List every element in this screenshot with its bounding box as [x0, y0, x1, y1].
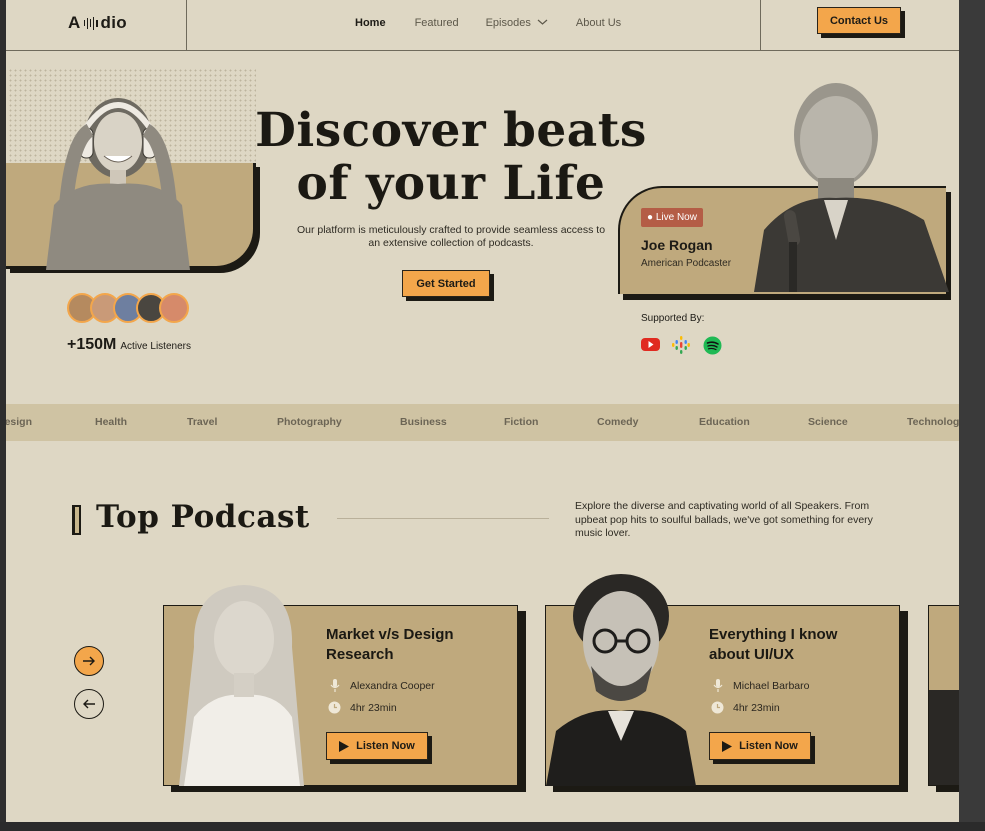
- nav-item-episodes-label: Episodes: [485, 17, 531, 29]
- section-title: Top Podcast: [96, 499, 310, 535]
- listen-now-label: Listen Now: [739, 740, 798, 752]
- listen-now-button[interactable]: Listen Now: [709, 732, 811, 760]
- live-badge-label: Live Now: [655, 212, 697, 223]
- podcast-card-title: Market v/s Design Research: [326, 625, 454, 665]
- clock-icon: [328, 701, 341, 714]
- chevron-down-icon: [537, 19, 548, 25]
- listen-now-label: Listen Now: [356, 740, 415, 752]
- podcast-host-image: [179, 585, 304, 786]
- logo[interactable]: A dio: [68, 13, 127, 33]
- top-nav: A dio Home Featured Episodes About Us Co…: [6, 0, 959, 51]
- podcast-duration: 4hr 23min: [711, 701, 780, 714]
- window-edge-bottom: [0, 822, 985, 831]
- youtube-icon[interactable]: [641, 336, 660, 352]
- avatar: [159, 293, 189, 323]
- nav-divider: [760, 0, 761, 51]
- nav-item-about[interactable]: About Us: [576, 17, 621, 29]
- host-name: Michael Barbaro: [733, 679, 810, 692]
- section-description: Explore the diverse and captivating worl…: [575, 500, 873, 539]
- podcast-host: Michael Barbaro: [711, 679, 809, 692]
- listeners-count: +150M: [67, 336, 117, 353]
- contact-button[interactable]: Contact Us: [817, 7, 901, 34]
- podcast-title-line1: Market v/s Design: [326, 626, 454, 643]
- get-started-button[interactable]: Get Started: [402, 270, 490, 297]
- play-icon: [339, 740, 350, 752]
- host-name: Joe Rogan: [641, 237, 713, 253]
- window-edge: [959, 0, 985, 831]
- category-education[interactable]: Education: [699, 416, 750, 428]
- category-design[interactable]: Design: [6, 416, 32, 428]
- podcast-host-image: [929, 690, 959, 785]
- arrow-right-icon: [83, 656, 95, 666]
- supported-by-label: Supported By:: [641, 313, 705, 324]
- active-listeners: +150M Active Listeners: [67, 336, 191, 354]
- listener-avatars: [67, 293, 189, 323]
- duration-text: 4hr 23min: [733, 701, 780, 714]
- podcast-host-image: [546, 574, 696, 786]
- next-arrow-button[interactable]: [74, 646, 104, 676]
- nav-item-home[interactable]: Home: [355, 17, 386, 29]
- host-name: Alexandra Cooper: [350, 679, 435, 692]
- microphone-icon: [711, 679, 724, 692]
- category-travel[interactable]: Travel: [187, 416, 217, 428]
- category-technology[interactable]: Technology: [907, 416, 959, 428]
- podcast-host: Alexandra Cooper: [328, 679, 435, 692]
- nav-menu: Home Featured Episodes About Us: [355, 17, 621, 29]
- arrow-left-icon: [83, 699, 95, 709]
- google-podcasts-icon[interactable]: [672, 336, 690, 354]
- spotify-icon[interactable]: [703, 336, 722, 355]
- hero-subtitle: Our platform is meticulously crafted to …: [296, 224, 606, 249]
- listeners-label: Active Listeners: [120, 341, 191, 352]
- host-portrait-image: [754, 83, 949, 292]
- nav-item-featured[interactable]: Featured: [415, 17, 459, 29]
- nav-item-episodes[interactable]: Episodes: [486, 17, 548, 29]
- category-photography[interactable]: Photography: [277, 416, 342, 428]
- logo-text-right: dio: [100, 13, 127, 32]
- landing-page: A dio Home Featured Episodes About Us Co…: [6, 0, 959, 822]
- podcast-title-line2: about UI/UX: [709, 646, 794, 663]
- listen-now-button[interactable]: Listen Now: [326, 732, 428, 760]
- microphone-icon: [328, 679, 341, 692]
- podcast-title-line1: Everything I know: [709, 626, 838, 643]
- podcast-title-line2: Research: [326, 646, 394, 663]
- category-science[interactable]: Science: [808, 416, 848, 428]
- listener-with-headphones-image: [46, 98, 190, 270]
- category-fiction[interactable]: Fiction: [504, 416, 538, 428]
- category-business[interactable]: Business: [400, 416, 447, 428]
- live-badge: ● Live Now: [641, 208, 703, 227]
- prev-arrow-button[interactable]: [74, 689, 104, 719]
- category-comedy[interactable]: Comedy: [597, 416, 638, 428]
- podcast-card-title: Everything I know about UI/UX: [709, 625, 837, 665]
- hero-title: Discover beats of your Life: [251, 104, 651, 210]
- section-divider: [337, 518, 549, 519]
- host-role: American Podcaster: [641, 258, 732, 269]
- nav-divider: [186, 0, 187, 51]
- waveform-icon: [83, 16, 98, 30]
- play-icon: [722, 740, 733, 752]
- duration-text: 4hr 23min: [350, 701, 397, 714]
- logo-text-left: A: [68, 13, 81, 32]
- section-marker: [72, 505, 81, 535]
- podcast-duration: 4hr 23min: [328, 701, 397, 714]
- category-health[interactable]: Health: [95, 416, 127, 428]
- hero-title-line1: Discover beats: [255, 103, 647, 158]
- hero-title-line2: of your Life: [296, 156, 606, 211]
- clock-icon: [711, 701, 724, 714]
